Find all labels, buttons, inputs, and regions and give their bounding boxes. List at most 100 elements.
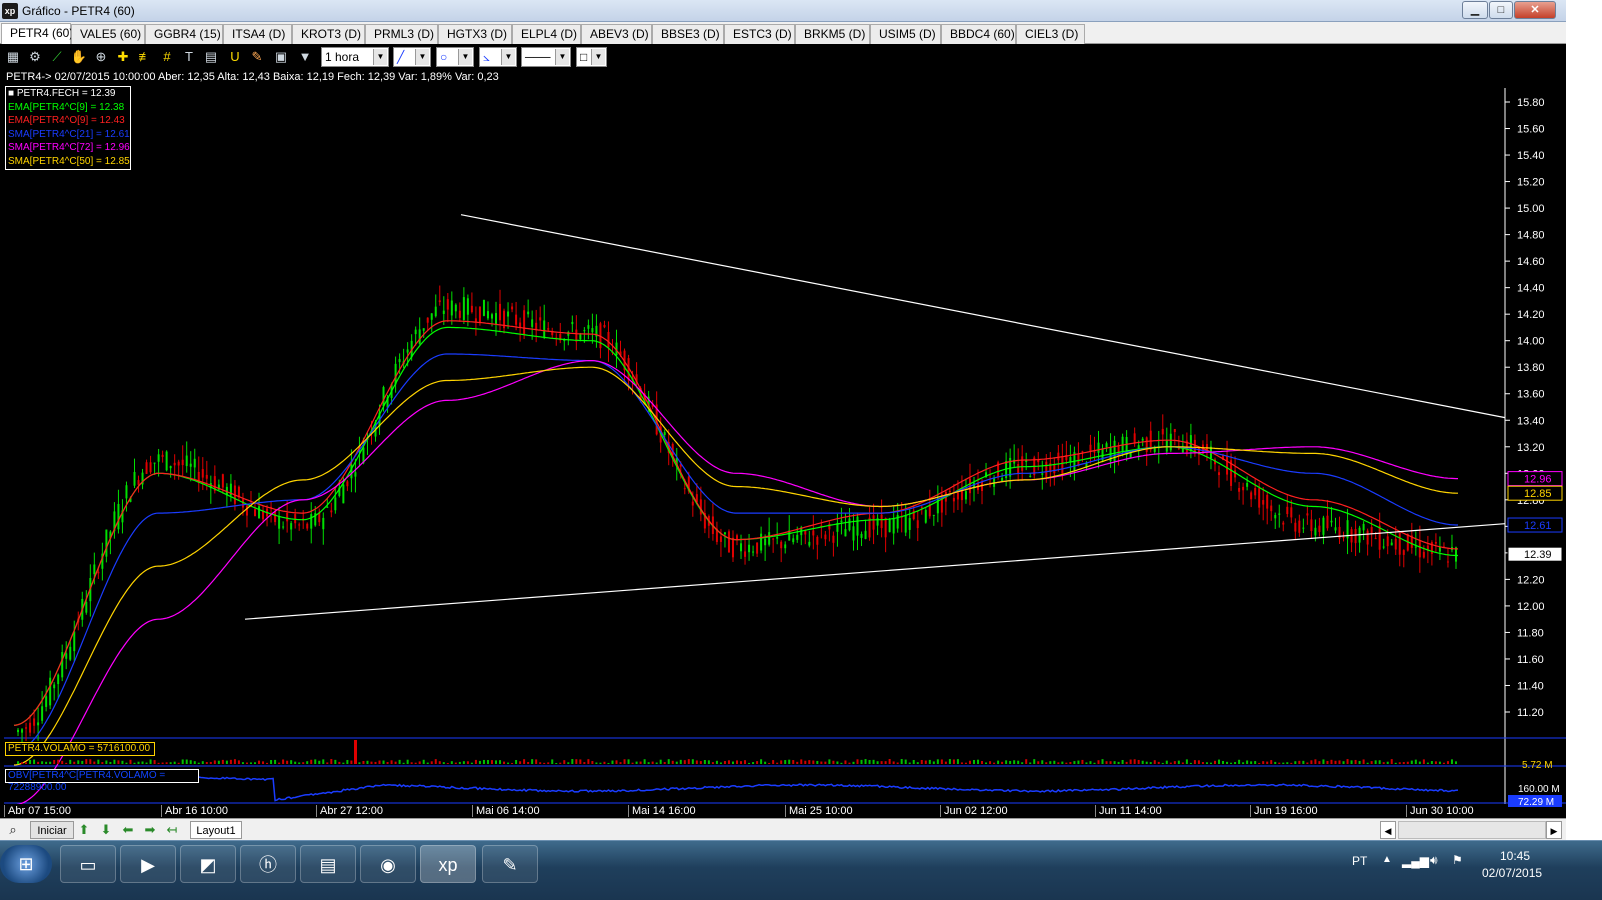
candle-body [1318, 525, 1321, 533]
volume-bar [330, 759, 333, 764]
candle-body [93, 564, 96, 575]
price-axis: 15.80 15.60 15.40 15.20 15.00 14.80 14.60 14.40… [1505, 97, 1545, 719]
price-tick-label: 14.60 [1517, 256, 1545, 268]
volume-bar [888, 759, 891, 764]
candle-body [571, 321, 574, 325]
volume-bar [1113, 761, 1116, 764]
price-tick-label: 13.20 [1517, 442, 1545, 454]
media-player-icon[interactable]: ▶ [120, 845, 176, 883]
candle-body [908, 518, 911, 530]
volume-bar [314, 759, 317, 764]
volume-bar [282, 759, 285, 764]
network-app-icon[interactable]: ◩ [180, 845, 236, 883]
price-tag-label: 12.85 [1524, 488, 1552, 500]
price-tick-label: 11.80 [1517, 627, 1544, 639]
volume-bar [579, 759, 582, 764]
price-tick-label: 11.60 [1517, 654, 1544, 666]
volume-bar [1342, 761, 1345, 764]
volume-bar [382, 760, 385, 764]
volume-bar [129, 759, 132, 764]
volume-bar [286, 760, 289, 764]
arrow-right-icon[interactable]: ➡ [142, 821, 158, 839]
date-label: Mai 14 16:00 [628, 805, 696, 817]
candle-body [1133, 433, 1136, 444]
volume-bar [543, 762, 546, 764]
xp-trading-icon[interactable]: xp [420, 845, 476, 883]
volume-bar [1378, 760, 1381, 764]
arrow-down-icon[interactable]: ⬇ [98, 821, 114, 839]
volume-bar [1442, 762, 1445, 764]
candle-body [1398, 532, 1401, 555]
volume-bar [153, 760, 156, 764]
candle-body [768, 532, 771, 545]
clock-date[interactable]: 02/07/2015 [1482, 866, 1542, 880]
volume-bar [1101, 759, 1104, 764]
volume-bar [446, 762, 449, 764]
start-button[interactable]: Iniciar [30, 821, 74, 839]
candle-body [511, 306, 514, 310]
volume-bar [551, 759, 554, 764]
hp-app-icon[interactable]: ⓗ [240, 845, 296, 883]
candle-body [884, 517, 887, 538]
price-chart[interactable]: 15.80 15.60 15.40 15.20 15.00 14.80 14.60 14.40… [0, 0, 1566, 840]
volume-bar [109, 761, 112, 764]
volume-bar [1266, 761, 1269, 764]
volume-bar [1406, 761, 1409, 764]
candle-body [1310, 519, 1313, 532]
candlestick-series [17, 285, 1457, 747]
volume-bar [270, 760, 273, 764]
archive-app-icon[interactable]: ▤ [300, 845, 356, 883]
candle-body [286, 512, 289, 522]
arrow-back-icon[interactable]: ↤ [164, 821, 180, 839]
volume-bar [105, 760, 108, 764]
paint-icon[interactable]: ✎ [482, 845, 538, 883]
volume-bar [960, 762, 963, 764]
action-center-icon[interactable]: ⚑ [1452, 853, 1463, 867]
scroll-left-icon[interactable]: ◀ [1380, 821, 1396, 839]
volume-bar [583, 762, 586, 764]
volume-bar [928, 759, 931, 764]
volume-bar [1450, 759, 1453, 764]
horizontal-scrollbar[interactable] [1398, 821, 1546, 839]
tray-expand-icon[interactable]: ▲ [1382, 854, 1392, 865]
volume-bar [744, 760, 747, 764]
volume-bar [780, 760, 783, 764]
volume-icon[interactable]: 🔊︎ [1430, 853, 1438, 868]
candle-body [1378, 525, 1381, 550]
volume-bar [169, 762, 172, 764]
desktop-edge [1566, 0, 1602, 840]
file-explorer-icon[interactable]: ▭ [60, 845, 116, 883]
candle-body [290, 523, 293, 530]
volume-bar [374, 761, 377, 764]
volume-bar [1290, 762, 1293, 764]
candle-body [723, 532, 726, 535]
chrome-icon[interactable]: ◉ [360, 845, 416, 883]
candle-body [418, 329, 421, 344]
volume-bar [1294, 761, 1297, 764]
volume-bar [362, 760, 365, 764]
volume-bar [466, 761, 469, 764]
volume-bar [985, 762, 988, 764]
trendlines[interactable] [244, 214, 1506, 620]
windows-start-icon[interactable]: ⊞ [0, 845, 52, 883]
candle-body [868, 517, 871, 538]
price-tick-label: 15.60 [1517, 124, 1545, 136]
layout-tab[interactable]: Layout1 [190, 821, 242, 839]
volume-bar [944, 761, 947, 764]
volume-bar [916, 762, 919, 764]
language-indicator[interactable]: PT [1352, 854, 1367, 868]
scroll-right-icon[interactable]: ▶ [1546, 821, 1562, 839]
candle-body [278, 516, 281, 529]
clock-time[interactable]: 10:45 [1500, 849, 1530, 863]
candle-body [258, 506, 261, 519]
candle-body [1302, 527, 1305, 529]
arrow-left-icon[interactable]: ⬅ [120, 821, 136, 839]
candle-body [1314, 527, 1317, 536]
volume-bar [559, 762, 562, 764]
search-icon[interactable]: ⌕ [4, 821, 22, 839]
volume-bar [731, 761, 734, 764]
arrow-up-icon[interactable]: ⬆ [76, 821, 92, 839]
network-signal-icon[interactable]: ▂▄▆ [1402, 854, 1429, 868]
volume-bar [619, 762, 622, 764]
volume-bar [699, 761, 702, 764]
